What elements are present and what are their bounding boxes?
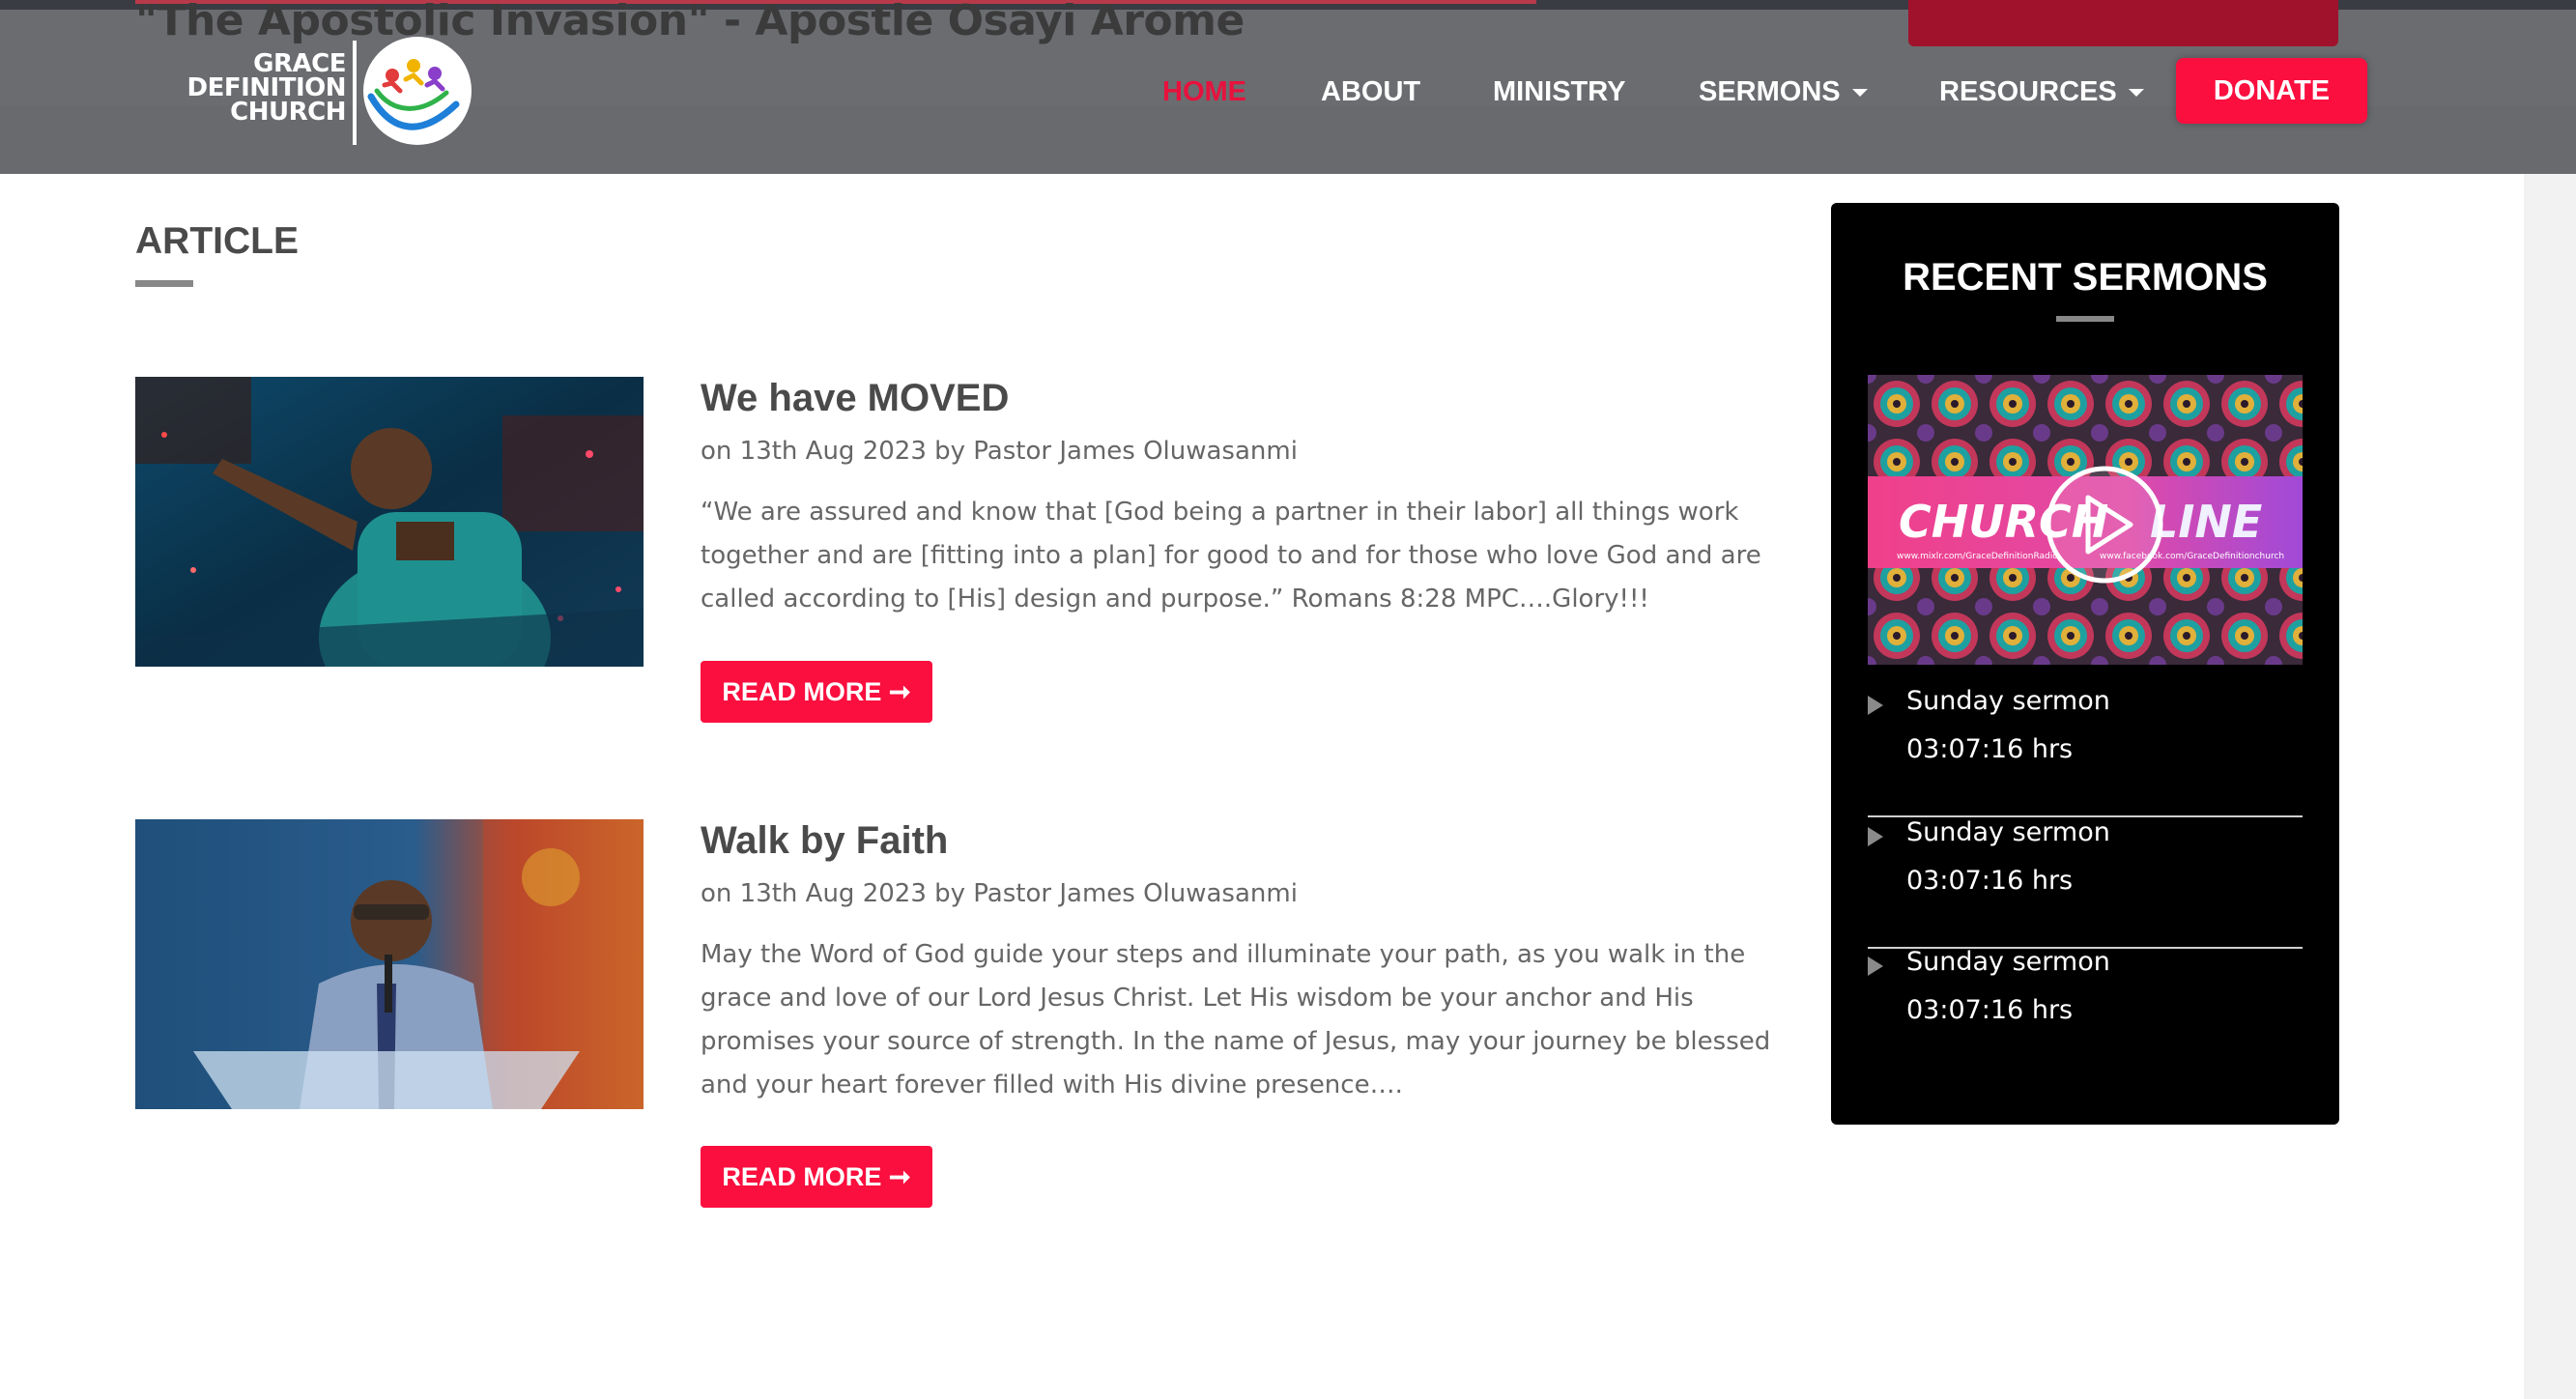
play-icon (1868, 696, 1883, 715)
nav-label: ABOUT (1321, 76, 1421, 107)
heading-underline (135, 280, 193, 287)
article-meta: on 13th Aug 2023 by Pastor James Oluwasa… (701, 879, 1298, 908)
page-edge-strip (2524, 174, 2576, 1399)
chevron-down-icon (2128, 89, 2144, 98)
sermon-duration: 03:07:16 hrs (1906, 995, 2074, 1025)
article-title[interactable]: We have MOVED (701, 377, 1009, 420)
sermon-list-item[interactable]: Sunday sermon 03:07:16 hrs (1868, 817, 2303, 949)
sermon-duration: 03:07:16 hrs (1906, 866, 2074, 896)
play-icon (1868, 827, 1883, 846)
article-image[interactable] (135, 819, 644, 1109)
sermon-duration: 03:07:16 hrs (1906, 734, 2074, 764)
article-image[interactable] (135, 377, 644, 667)
banner-small-left: www.mixlr.com/GraceDefinitionRadio (1897, 552, 2058, 561)
nav-label: SERMONS (1699, 76, 1841, 107)
sermon-title: Sunday sermon (1906, 817, 2110, 847)
nav-item-sermons[interactable]: SERMONS (1699, 58, 1868, 126)
sermon-list-item[interactable]: Sunday sermon 03:07:16 hrs (1868, 686, 2303, 817)
nav-item-home[interactable]: HOME (1162, 58, 1246, 126)
article-card: We have MOVED on 13th Aug 2023 by Pastor… (135, 377, 1778, 725)
article-card: Walk by Faith on 13th Aug 2023 by Pastor… (135, 819, 1778, 1215)
nav-item-ministry[interactable]: MINISTRY (1493, 58, 1625, 126)
sidebar-title: RECENT SERMONS (1903, 256, 2268, 299)
nav-item-about[interactable]: ABOUT (1321, 58, 1420, 126)
donate-button[interactable]: DONATE (2176, 58, 2367, 124)
section-heading: ARTICLE (135, 220, 299, 262)
nav-item-resources[interactable]: RESOURCES (1939, 58, 2144, 126)
play-circle-icon (2046, 466, 2163, 584)
nav-label: MINISTRY (1493, 76, 1626, 107)
header-ghost-button (1908, 0, 2338, 46)
sermon-title: Sunday sermon (1906, 686, 2110, 716)
sidebar-title-underline (2056, 316, 2114, 322)
recent-sermons-sidebar: RECENT SERMONS CHURCH LINE www.mixlr.com… (1831, 203, 2339, 1125)
article-meta: on 13th Aug 2023 by Pastor James Oluwasa… (701, 437, 1298, 466)
sermon-video-thumbnail[interactable]: CHURCH LINE www.mixlr.com/GraceDefinitio… (1868, 375, 2303, 665)
sermon-title: Sunday sermon (1906, 947, 2110, 977)
sermon-list-item[interactable]: Sunday sermon 03:07:16 hrs (1868, 947, 2303, 1076)
article-title[interactable]: Walk by Faith (701, 819, 948, 863)
nav-label: RESOURCES (1939, 76, 2117, 107)
site-header: "The Apostolic Invasion" - Apostle Osayi… (0, 0, 2576, 174)
banner-text-line: LINE (2150, 496, 2262, 548)
nav-label: HOME (1162, 76, 1246, 107)
chevron-down-icon (1851, 89, 1868, 98)
read-more-button[interactable]: READ MORE ➞ (701, 661, 932, 723)
play-icon (1868, 956, 1883, 976)
article-excerpt: May the Word of God guide your steps and… (701, 940, 1771, 1099)
article-excerpt: “We are assured and know that [God being… (701, 498, 1761, 614)
read-more-button[interactable]: READ MORE ➞ (701, 1146, 932, 1208)
